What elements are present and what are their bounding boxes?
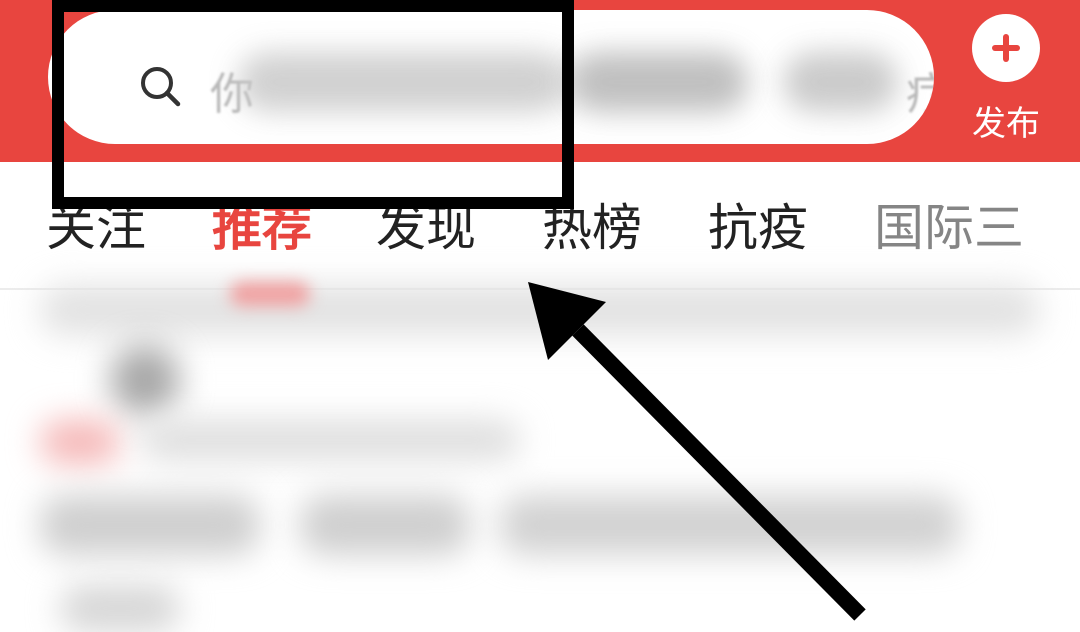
avatar[interactable] [110, 345, 180, 415]
publish-label: 发布 [972, 104, 1040, 144]
plus-icon [972, 14, 1040, 82]
blurred-placeholder [783, 52, 898, 112]
blurred-tag [40, 420, 120, 464]
tab-hot-list[interactable]: 热榜 [542, 190, 642, 266]
tab-anti-epidemic[interactable]: 抗疫 [708, 190, 808, 266]
blurred-placeholder [238, 52, 568, 112]
blurred-row [40, 285, 1040, 335]
blurred-row [60, 585, 180, 632]
tab-discover[interactable]: 发现 [376, 190, 476, 266]
tab-follow[interactable]: 关注 [46, 190, 146, 266]
search-icon [141, 67, 181, 107]
channel-tabs: 关注 推荐 发现 热榜 抗疫 国际三 [0, 190, 1080, 266]
publish-button[interactable]: 发布 [966, 14, 1046, 144]
blurred-row [500, 495, 960, 555]
blurred-row [140, 420, 520, 460]
top-header: 你 疗 发布 [0, 0, 1080, 162]
blurred-placeholder [568, 52, 748, 112]
app-screen: 你 疗 发布 关注 推荐 发现 热榜 抗疫 国际三 [0, 0, 1080, 632]
search-bar[interactable]: 你 疗 [48, 10, 934, 144]
blurred-row [40, 495, 260, 555]
active-tab-indicator [230, 282, 310, 306]
search-placeholder-end: 疗 [906, 69, 934, 120]
tab-international[interactable]: 国际三 [874, 190, 1024, 266]
tab-recommend[interactable]: 推荐 [212, 190, 312, 266]
blurred-row [300, 495, 470, 555]
